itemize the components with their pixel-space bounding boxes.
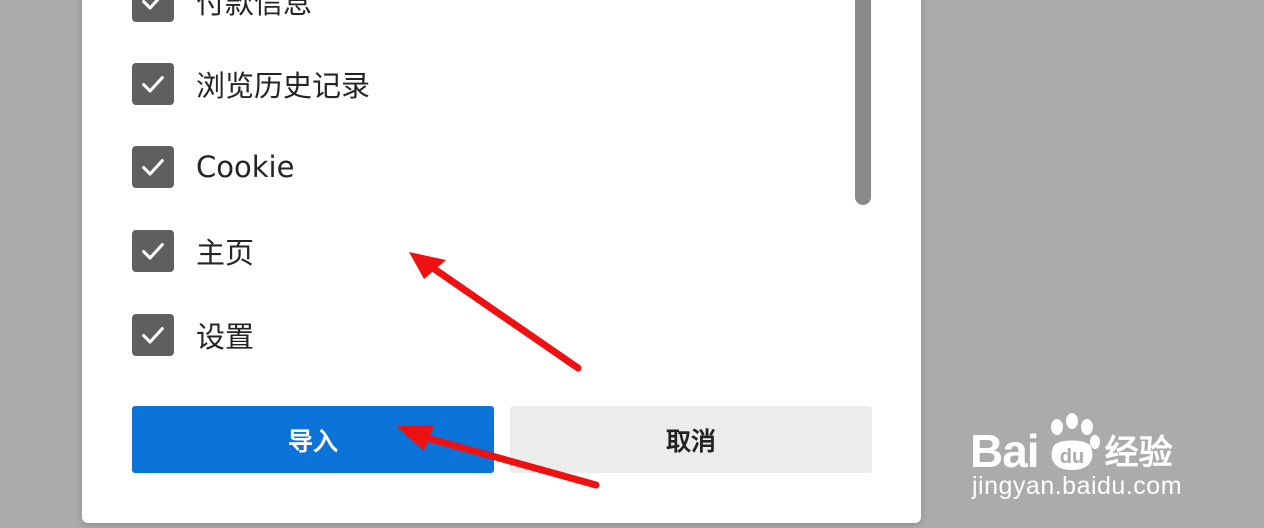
checkmark-icon — [142, 76, 164, 93]
settings-label: 设置 — [196, 320, 255, 354]
checkbox-row-homepage[interactable]: 主页 — [132, 230, 254, 272]
watermark-logo: Bai du 经验 — [970, 412, 1173, 474]
checkbox-row-cookie[interactable]: Cookie — [132, 146, 294, 188]
checkbox-row-history[interactable]: 浏览历史记录 — [132, 63, 370, 105]
import-dialog: 付款信息 浏览历史记录 Cookie 主页 设置 导入 取消 — [82, 0, 921, 523]
baidu-jingyan-watermark: Bai du 经验 jingyan.baidu.com — [970, 392, 1210, 502]
checkmark-icon — [142, 159, 164, 176]
homepage-label: 主页 — [196, 236, 255, 270]
homepage-checkbox[interactable] — [132, 230, 174, 272]
cookie-checkbox[interactable] — [132, 146, 174, 188]
cancel-button[interactable]: 取消 — [510, 406, 872, 473]
checkbox-row-settings[interactable]: 设置 — [132, 314, 254, 356]
checkmark-icon — [142, 0, 160, 10]
watermark-brand-du: du — [1059, 446, 1083, 468]
history-label: 浏览历史记录 — [196, 69, 371, 103]
cookie-label: Cookie — [196, 150, 295, 184]
checkbox-row-payment[interactable]: 付款信息 — [132, 0, 312, 22]
scrollbar-thumb[interactable] — [855, 0, 871, 205]
import-button[interactable]: 导入 — [132, 406, 494, 473]
history-checkbox[interactable] — [132, 63, 174, 105]
settings-checkbox[interactable] — [132, 314, 174, 356]
baidu-paw-icon: du — [1050, 413, 1100, 470]
payment-label: 付款信息 — [196, 0, 313, 20]
watermark-domain: jingyan.baidu.com — [972, 472, 1183, 500]
watermark-brand-bai: Bai — [970, 425, 1040, 477]
watermark-brand-jingyan: 经验 — [1104, 433, 1173, 474]
checkmark-icon — [142, 327, 164, 344]
payment-checkbox[interactable] — [132, 0, 174, 22]
checkmark-icon — [142, 243, 164, 260]
